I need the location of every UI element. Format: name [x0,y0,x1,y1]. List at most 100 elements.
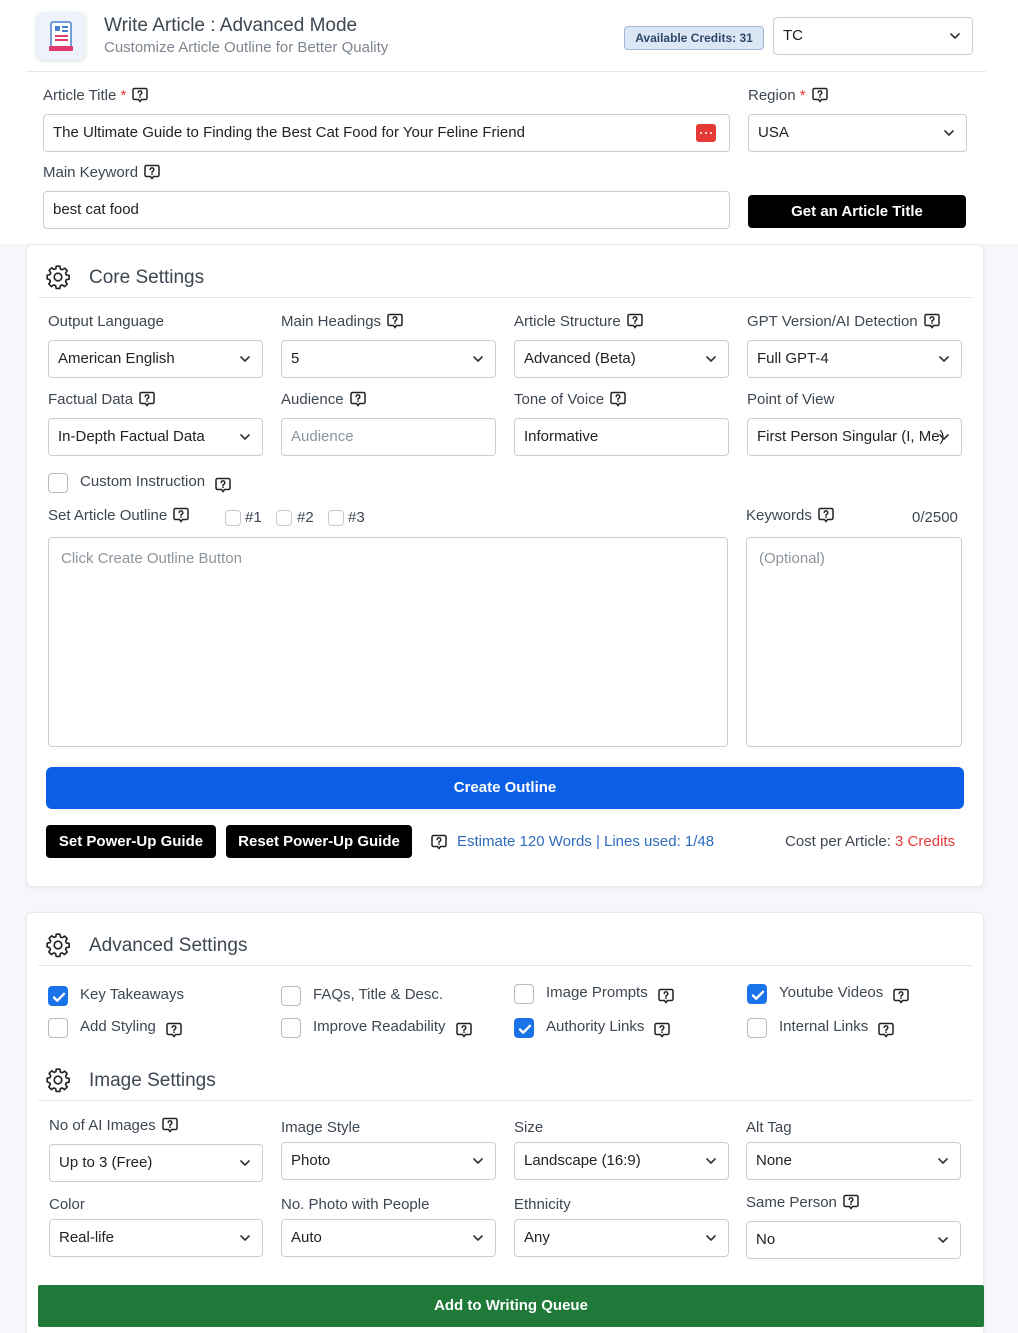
set-powerup-guide-button[interactable]: Set Power-Up Guide [46,825,216,858]
help-icon[interactable] [654,1022,670,1038]
gpt-version-label: GPT Version/AI Detection [747,313,940,330]
header-divider [26,71,986,72]
improve-readability-checkbox[interactable] [281,1018,301,1038]
help-icon[interactable] [843,1194,859,1210]
check-icon [515,1019,535,1039]
add-to-writing-queue-button[interactable]: Add to Writing Queue [38,1285,984,1327]
help-icon[interactable] [387,313,403,329]
article-structure-select[interactable]: Advanced (Beta) [514,340,729,378]
keywords-placeholder: (Optional) [759,550,825,567]
check-icon [748,985,768,1005]
set-article-outline-label: Set Article Outline [48,507,189,524]
same-person-value: No [756,1231,776,1248]
point-of-view-label: Point of View [747,391,835,408]
photo-people-select[interactable]: Auto [281,1219,496,1257]
same-person-select[interactable]: No [746,1221,961,1259]
point-of-view-select[interactable]: First Person Singular (I, Me) [747,418,962,456]
help-icon[interactable] [627,313,643,329]
key-takeaways-checkbox[interactable] [48,986,68,1006]
help-icon[interactable] [215,477,231,493]
reset-powerup-guide-button[interactable]: Reset Power-Up Guide [226,825,412,858]
help-icon[interactable] [812,87,828,103]
factual-data-select[interactable]: In-Depth Factual Data [48,418,263,456]
help-icon[interactable] [878,1022,894,1038]
tone-of-voice-value: Informative [524,428,599,445]
factual-data-value: In-Depth Factual Data [58,428,205,445]
size-select[interactable]: Landscape (16:9) [514,1142,729,1180]
chevron-down-icon [240,1233,250,1243]
page-subtitle: Customize Article Outline for Better Qua… [104,39,389,56]
alt-tag-label: Alt Tag [746,1119,792,1136]
article-title-label: Article Title * [43,87,148,104]
chevron-down-icon [473,354,483,364]
help-icon[interactable] [610,391,626,407]
create-outline-button[interactable]: Create Outline [46,767,964,809]
help-icon[interactable] [893,988,909,1004]
color-label: Color [49,1196,85,1213]
youtube-videos-checkbox[interactable] [747,984,767,1004]
account-select-value: TC [783,27,803,44]
region-select[interactable]: USA [748,114,967,152]
account-select[interactable]: TC [773,17,973,55]
help-icon[interactable] [818,507,834,523]
audience-input[interactable]: Audience [281,418,496,456]
article-outline-textarea[interactable]: Click Create Outline Button [48,537,728,747]
custom-instruction-checkbox[interactable] [48,473,68,493]
core-divider [38,297,972,298]
chevron-down-icon [938,1235,948,1245]
add-styling-checkbox[interactable] [48,1018,68,1038]
image-style-select[interactable]: Photo [281,1142,496,1180]
get-article-title-button[interactable]: Get an Article Title [748,195,966,228]
core-settings-title: Core Settings [89,267,205,288]
color-select[interactable]: Real-life [49,1219,263,1257]
output-language-label: Output Language [48,313,164,330]
article-title-input[interactable]: The Ultimate Guide to Finding the Best C… [43,114,730,152]
alt-tag-select[interactable]: None [746,1142,961,1180]
tone-of-voice-input[interactable]: Informative [514,418,729,456]
gpt-version-value: Full GPT-4 [757,350,829,367]
add-styling-label: Add Styling [80,1018,182,1038]
help-icon[interactable] [139,391,155,407]
help-icon[interactable] [350,391,366,407]
cost-value: 3 Credits [895,833,956,850]
advanced-settings-title: Advanced Settings [89,935,248,956]
outline-option-checkbox[interactable] [276,510,292,526]
main-headings-label: Main Headings [281,313,403,330]
keywords-label: Keywords [746,507,834,524]
help-icon[interactable] [144,164,160,180]
help-icon[interactable] [658,988,674,1004]
help-icon[interactable] [166,1022,182,1038]
help-icon[interactable] [132,87,148,103]
image-settings-title: Image Settings [89,1070,216,1091]
gear-icon [45,264,71,290]
main-headings-select[interactable]: 5 [281,340,496,378]
main-keyword-label: Main Keyword [43,164,160,181]
help-icon[interactable] [431,834,447,850]
faqs-title-desc-checkbox[interactable] [281,986,301,1006]
gpt-version-select[interactable]: Full GPT-4 [747,340,962,378]
outline-option-label: #2 [297,509,314,526]
credits-badge: Available Credits: 31 [624,26,764,50]
image-prompts-checkbox[interactable] [514,984,534,1004]
outline-option-checkbox[interactable] [328,510,344,526]
chevron-down-icon [473,1233,483,1243]
help-icon[interactable] [173,507,189,523]
keywords-textarea[interactable]: (Optional) [746,537,962,747]
outline-option-checkbox[interactable] [225,510,241,526]
region-value: USA [758,124,789,141]
main-keyword-input[interactable]: best cat food [43,191,730,229]
help-icon[interactable] [456,1022,472,1038]
outline-placeholder: Click Create Outline Button [61,550,242,567]
more-options-icon[interactable] [696,124,716,142]
output-language-select[interactable]: American English [48,340,263,378]
help-icon[interactable] [162,1117,178,1133]
ai-images-select[interactable]: Up to 3 (Free) [49,1144,263,1182]
ethnicity-label: Ethnicity [514,1196,571,1213]
required-mark: * [120,87,127,104]
internal-links-checkbox[interactable] [747,1018,767,1038]
image-style-label: Image Style [281,1119,361,1136]
tone-of-voice-label: Tone of Voice [514,391,626,408]
ethnicity-select[interactable]: Any [514,1219,729,1257]
help-icon[interactable] [924,313,940,329]
authority-links-checkbox[interactable] [514,1018,534,1038]
